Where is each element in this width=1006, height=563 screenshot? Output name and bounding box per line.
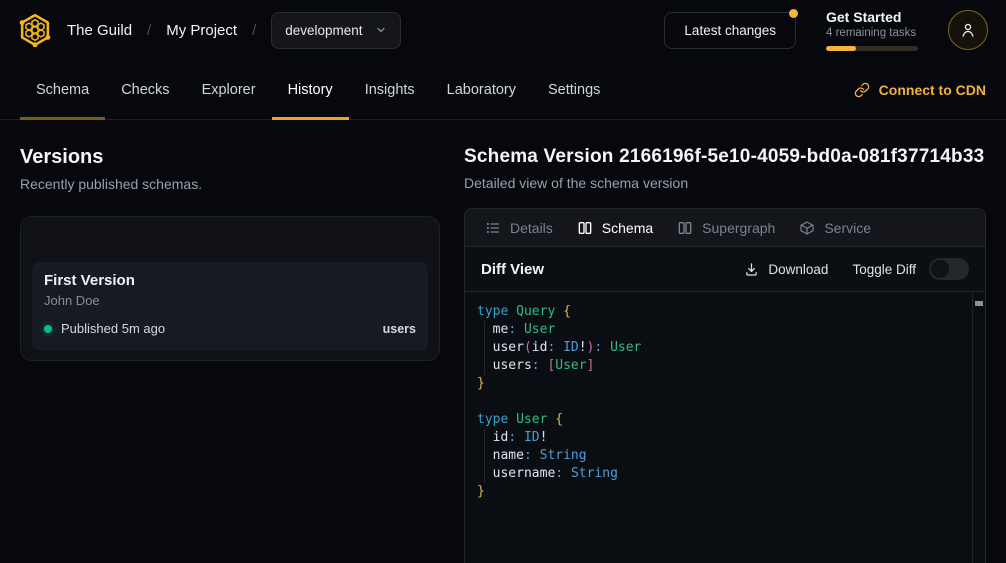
target-selector-value: development: [285, 23, 362, 38]
tab-history[interactable]: History: [272, 60, 349, 119]
status-dot: [44, 325, 52, 333]
breadcrumb-separator: /: [252, 22, 256, 39]
detail-tabs: Details Schema Sup: [465, 209, 985, 247]
breadcrumb-org[interactable]: The Guild: [67, 22, 132, 39]
get-started-subtitle: 4 remaining tasks: [826, 27, 918, 39]
version-status: Published 5m ago: [61, 321, 165, 336]
code-line: }: [477, 375, 969, 393]
user-icon: [959, 21, 977, 39]
code-scrollbar[interactable]: [972, 292, 985, 563]
detail-tab-service[interactable]: Service: [787, 209, 883, 246]
primary-nav: Schema Checks Explorer History Insights …: [0, 60, 1006, 120]
connect-to-cdn-label: Connect to CDN: [879, 82, 986, 98]
versions-subtitle: Recently published schemas.: [20, 176, 440, 192]
tab-explorer[interactable]: Explorer: [186, 60, 272, 119]
version-detail-card: Details Schema Sup: [464, 208, 986, 563]
toggle-diff-switch[interactable]: [929, 258, 969, 280]
header-right: Latest changes Get Started 4 remaining t…: [664, 9, 988, 51]
list-icon: [485, 220, 501, 236]
cube-icon: [799, 220, 815, 236]
tab-settings[interactable]: Settings: [532, 60, 616, 119]
code-line: name: String: [477, 447, 969, 465]
toggle-diff-control: Toggle Diff: [852, 258, 969, 280]
hive-logo-icon[interactable]: [18, 13, 52, 47]
version-status-row: Published 5m ago users: [44, 321, 416, 336]
diff-actions: Download Toggle Diff: [744, 258, 969, 280]
app-header: The Guild / My Project / development Lat…: [0, 0, 1006, 60]
versions-title: Versions: [20, 146, 440, 169]
main-content: Versions Recently published schemas. Fir…: [0, 120, 1006, 563]
target-selector[interactable]: development: [271, 12, 400, 49]
code-line: username: String: [477, 465, 969, 483]
get-started-title: Get Started: [826, 9, 918, 25]
diff-toolbar: Diff View Download Toggle Diff: [465, 247, 985, 292]
detail-tab-details[interactable]: Details: [473, 209, 565, 246]
detail-tab-schema[interactable]: Schema: [565, 209, 665, 246]
code-line: type User {: [477, 411, 969, 429]
user-avatar[interactable]: [948, 10, 988, 50]
columns-icon: [577, 220, 593, 236]
toggle-diff-label: Toggle Diff: [852, 262, 916, 277]
primary-nav-tabs: Schema Checks Explorer History Insights …: [20, 60, 616, 119]
detail-tab-label: Details: [510, 220, 553, 236]
code-line: users: [User]: [477, 357, 969, 375]
version-author: John Doe: [44, 293, 416, 308]
tab-checks[interactable]: Checks: [105, 60, 185, 119]
code-line: id: ID!: [477, 429, 969, 447]
chevron-down-icon: [375, 24, 387, 36]
get-started-widget[interactable]: Get Started 4 remaining tasks: [826, 9, 918, 51]
code-block: type Query { me: User user(id: ID!): Use…: [477, 303, 969, 501]
tab-laboratory[interactable]: Laboratory: [431, 60, 532, 119]
code-line: [477, 393, 969, 411]
breadcrumb-project[interactable]: My Project: [166, 22, 237, 39]
download-button[interactable]: Download: [744, 262, 828, 277]
version-detail-title: Schema Version 2166196f-5e10-4059-bd0a-0…: [464, 146, 986, 168]
version-detail-subtitle: Detailed view of the schema version: [464, 175, 986, 191]
schema-code-viewer: type Query { me: User user(id: ID!): Use…: [465, 292, 985, 563]
version-list-item[interactable]: First Version John Doe Published 5m ago …: [32, 262, 428, 351]
version-detail-panel: Schema Version 2166196f-5e10-4059-bd0a-0…: [464, 120, 986, 563]
version-name: First Version: [44, 272, 416, 289]
version-service-badge: users: [383, 322, 416, 336]
code-line: type Query {: [477, 303, 969, 321]
code-line: me: User: [477, 321, 969, 339]
connect-to-cdn-button[interactable]: Connect to CDN: [854, 60, 986, 119]
code-line: user(id: ID!): User: [477, 339, 969, 357]
latest-changes-label: Latest changes: [684, 23, 776, 38]
tab-schema[interactable]: Schema: [20, 60, 105, 119]
link-icon: [854, 82, 870, 98]
columns-icon: [677, 220, 693, 236]
tab-insights[interactable]: Insights: [349, 60, 431, 119]
versions-panel: Versions Recently published schemas. Fir…: [20, 120, 440, 361]
download-label: Download: [768, 262, 828, 277]
get-started-progress-fill: [826, 46, 856, 51]
toggle-knob: [931, 260, 949, 278]
code-line: }: [477, 483, 969, 501]
detail-tab-label: Schema: [602, 220, 653, 236]
get-started-progressbar: [826, 46, 918, 51]
detail-tab-supergraph[interactable]: Supergraph: [665, 209, 787, 246]
detail-tab-label: Supergraph: [702, 220, 775, 236]
latest-changes-button[interactable]: Latest changes: [664, 12, 796, 49]
diff-view-title: Diff View: [481, 261, 544, 278]
versions-list-card: First Version John Doe Published 5m ago …: [20, 216, 440, 361]
notification-dot: [789, 9, 798, 18]
breadcrumb: The Guild / My Project /: [67, 22, 256, 39]
code-scrollbar-thumb[interactable]: [975, 301, 983, 306]
download-icon: [744, 262, 759, 277]
detail-tab-label: Service: [824, 220, 871, 236]
breadcrumb-separator: /: [147, 22, 151, 39]
